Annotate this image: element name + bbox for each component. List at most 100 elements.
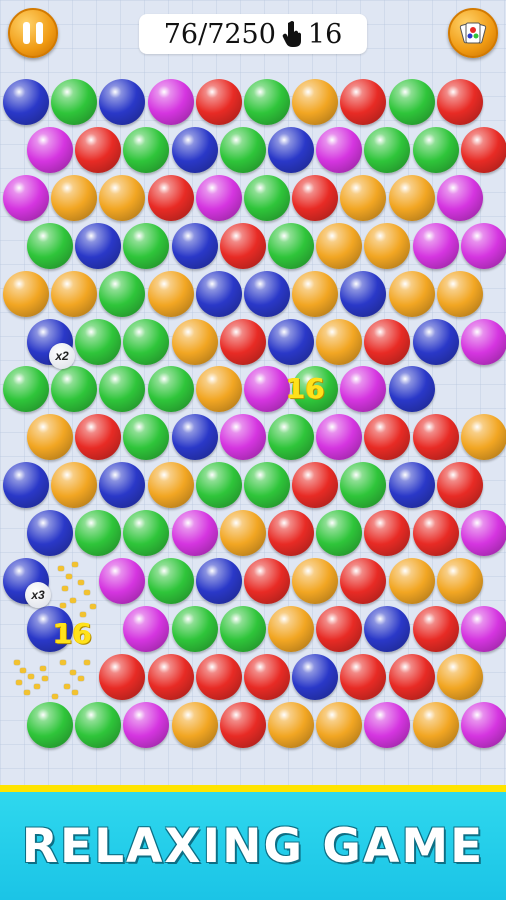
purple-bubble[interactable] bbox=[195, 174, 242, 221]
orange-bubble[interactable] bbox=[292, 558, 339, 604]
orange-bubble[interactable] bbox=[3, 270, 49, 317]
purple-bubble[interactable] bbox=[99, 558, 146, 604]
purple-bubble[interactable] bbox=[244, 366, 290, 413]
green-bubble[interactable] bbox=[75, 701, 122, 748]
red-bubble[interactable] bbox=[412, 414, 459, 461]
green-bubble[interactable] bbox=[99, 270, 146, 317]
orange-bubble[interactable] bbox=[147, 462, 194, 509]
orange-bubble[interactable] bbox=[436, 270, 483, 317]
green-bubble[interactable] bbox=[147, 366, 194, 413]
orange-bubble[interactable] bbox=[292, 79, 339, 125]
red-bubble[interactable] bbox=[195, 653, 242, 700]
green-bubble[interactable] bbox=[171, 605, 218, 652]
orange-bubble[interactable] bbox=[27, 414, 73, 461]
red-bubble[interactable] bbox=[460, 126, 506, 173]
green-bubble[interactable] bbox=[244, 79, 290, 125]
red-bubble[interactable] bbox=[412, 510, 459, 557]
cards-button[interactable] bbox=[448, 8, 498, 58]
green-bubble[interactable] bbox=[51, 366, 98, 413]
green-bubble[interactable] bbox=[123, 318, 170, 365]
purple-bubble[interactable] bbox=[460, 222, 506, 269]
blue-bubble[interactable] bbox=[195, 558, 242, 604]
red-bubble[interactable] bbox=[364, 318, 411, 365]
purple-bubble[interactable] bbox=[436, 174, 483, 221]
red-bubble[interactable] bbox=[268, 510, 314, 557]
orange-bubble[interactable] bbox=[388, 174, 435, 221]
orange-bubble[interactable] bbox=[147, 270, 194, 317]
purple-bubble[interactable] bbox=[219, 414, 266, 461]
blue-bubble[interactable] bbox=[75, 222, 122, 269]
red-bubble[interactable] bbox=[147, 174, 194, 221]
red-bubble[interactable] bbox=[292, 174, 339, 221]
orange-bubble[interactable] bbox=[412, 701, 459, 748]
red-bubble[interactable] bbox=[99, 653, 146, 700]
green-bubble[interactable] bbox=[75, 510, 122, 557]
orange-bubble[interactable] bbox=[292, 270, 339, 317]
green-bubble[interactable] bbox=[75, 318, 122, 365]
green-bubble[interactable] bbox=[123, 510, 170, 557]
blue-bubble[interactable] bbox=[388, 366, 435, 413]
red-bubble[interactable] bbox=[340, 558, 387, 604]
blue-bubble[interactable] bbox=[171, 222, 218, 269]
green-bubble[interactable] bbox=[27, 701, 73, 748]
red-bubble[interactable] bbox=[75, 126, 122, 173]
purple-bubble[interactable] bbox=[171, 510, 218, 557]
blue-bubble[interactable] bbox=[412, 318, 459, 365]
blue-bubble[interactable] bbox=[244, 270, 290, 317]
purple-bubble[interactable] bbox=[316, 414, 363, 461]
red-bubble[interactable] bbox=[244, 558, 290, 604]
blue-bubble[interactable] bbox=[195, 270, 242, 317]
red-bubble[interactable] bbox=[147, 653, 194, 700]
orange-bubble[interactable] bbox=[99, 174, 146, 221]
green-bubble[interactable] bbox=[268, 222, 314, 269]
orange-bubble[interactable] bbox=[316, 222, 363, 269]
green-bubble[interactable] bbox=[244, 174, 290, 221]
orange-bubble[interactable] bbox=[364, 222, 411, 269]
blue-bubble[interactable] bbox=[364, 605, 411, 652]
purple-bubble[interactable] bbox=[460, 605, 506, 652]
red-bubble[interactable] bbox=[412, 605, 459, 652]
green-bubble[interactable] bbox=[27, 222, 73, 269]
red-bubble[interactable] bbox=[340, 653, 387, 700]
blue-bubble[interactable] bbox=[171, 414, 218, 461]
blue-bubble[interactable] bbox=[3, 79, 49, 125]
green-bubble[interactable] bbox=[123, 126, 170, 173]
green-bubble[interactable] bbox=[195, 462, 242, 509]
green-bubble[interactable] bbox=[388, 79, 435, 125]
purple-bubble[interactable] bbox=[460, 318, 506, 365]
red-bubble[interactable] bbox=[436, 462, 483, 509]
blue-bubble[interactable] bbox=[292, 653, 339, 700]
red-bubble[interactable] bbox=[219, 701, 266, 748]
red-bubble[interactable] bbox=[219, 318, 266, 365]
purple-bubble[interactable] bbox=[123, 701, 170, 748]
red-bubble[interactable] bbox=[388, 653, 435, 700]
purple-bubble[interactable] bbox=[460, 510, 506, 557]
green-bubble[interactable] bbox=[268, 414, 314, 461]
green-bubble[interactable] bbox=[51, 79, 98, 125]
orange-bubble[interactable] bbox=[51, 462, 98, 509]
orange-bubble[interactable] bbox=[219, 510, 266, 557]
green-bubble[interactable] bbox=[340, 462, 387, 509]
orange-bubble[interactable] bbox=[268, 701, 314, 748]
blue-bubble[interactable] bbox=[27, 510, 73, 557]
blue-bubble[interactable] bbox=[388, 462, 435, 509]
orange-bubble[interactable] bbox=[388, 558, 435, 604]
red-bubble[interactable] bbox=[195, 79, 242, 125]
green-bubble[interactable] bbox=[412, 126, 459, 173]
orange-bubble[interactable] bbox=[436, 653, 483, 700]
orange-bubble[interactable] bbox=[388, 270, 435, 317]
orange-bubble[interactable] bbox=[268, 605, 314, 652]
red-bubble[interactable] bbox=[219, 222, 266, 269]
purple-bubble[interactable] bbox=[27, 126, 73, 173]
purple-bubble[interactable] bbox=[460, 701, 506, 748]
green-bubble[interactable] bbox=[123, 222, 170, 269]
orange-bubble[interactable] bbox=[195, 366, 242, 413]
green-bubble[interactable] bbox=[147, 558, 194, 604]
blue-bubble[interactable] bbox=[3, 462, 49, 509]
blue-bubble[interactable] bbox=[268, 126, 314, 173]
purple-bubble[interactable] bbox=[412, 222, 459, 269]
orange-bubble[interactable] bbox=[316, 318, 363, 365]
purple-bubble[interactable] bbox=[364, 701, 411, 748]
red-bubble[interactable] bbox=[75, 414, 122, 461]
green-bubble[interactable] bbox=[219, 126, 266, 173]
